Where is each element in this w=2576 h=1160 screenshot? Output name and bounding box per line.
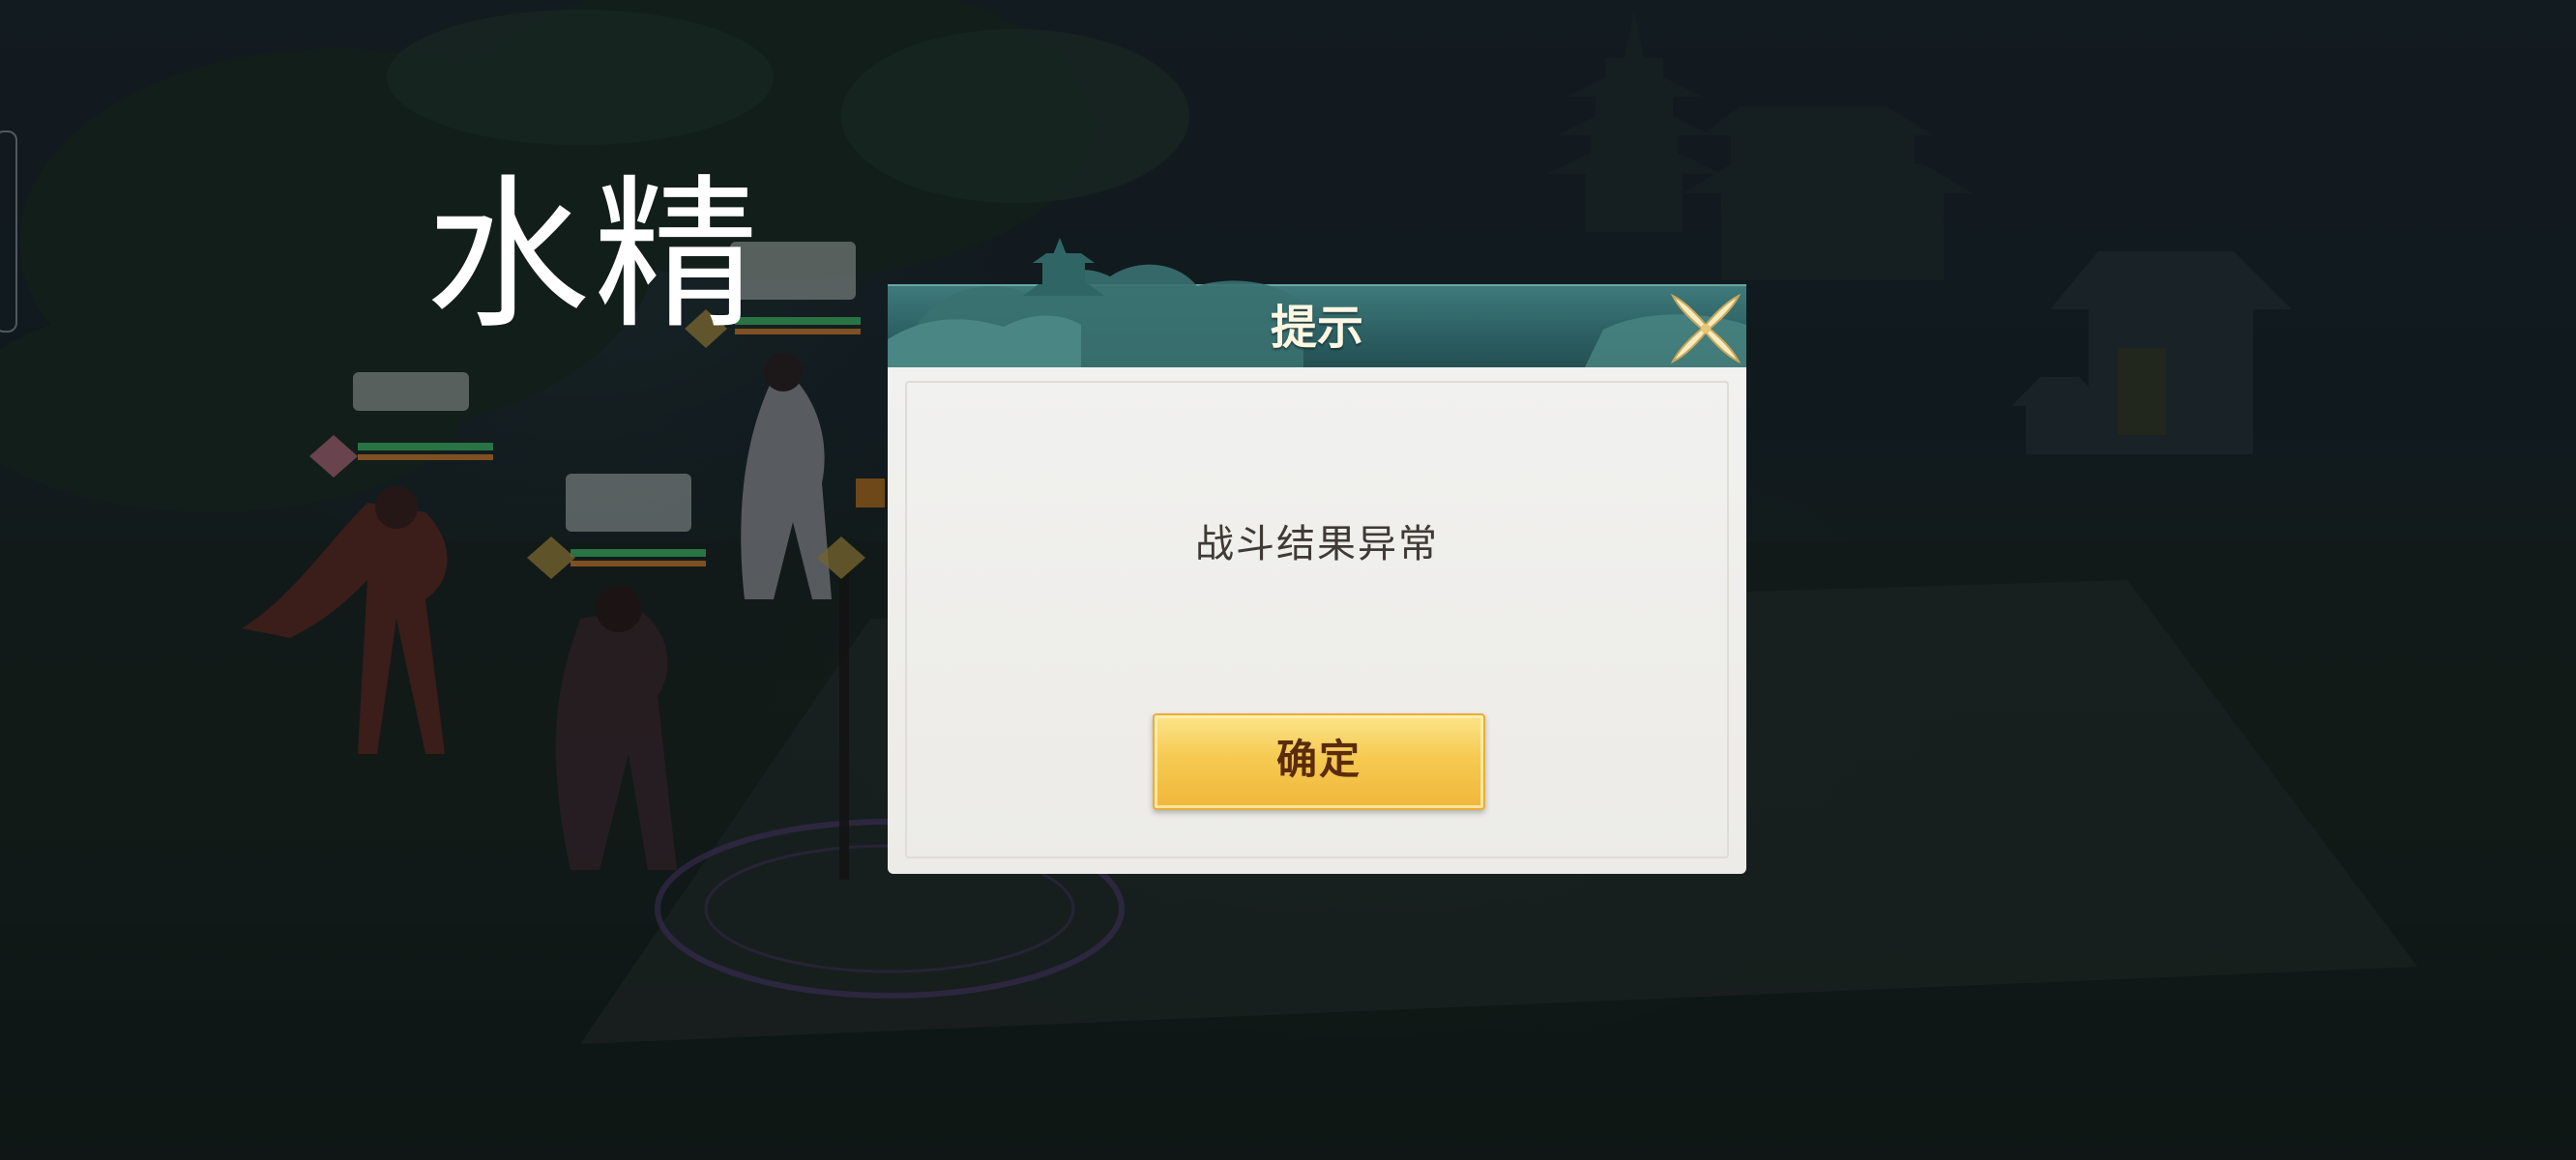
alert-dialog: 提示 战斗结果异常 确定 bbox=[888, 238, 1746, 874]
close-x-icon bbox=[1670, 293, 1742, 364]
dialog-title: 提示 bbox=[1270, 301, 1363, 355]
side-drawer-handle[interactable] bbox=[0, 130, 17, 333]
boss-name-label: 水精 bbox=[425, 160, 763, 352]
dialog-message: 战斗结果异常 bbox=[1195, 522, 1439, 566]
confirm-button[interactable]: 确定 bbox=[1153, 713, 1485, 810]
dialog-body: 战斗结果异常 确定 bbox=[888, 367, 1746, 874]
confirm-button-label: 确定 bbox=[1275, 736, 1361, 783]
close-button[interactable] bbox=[1669, 292, 1742, 365]
dialog-header: 提示 bbox=[888, 238, 1746, 369]
